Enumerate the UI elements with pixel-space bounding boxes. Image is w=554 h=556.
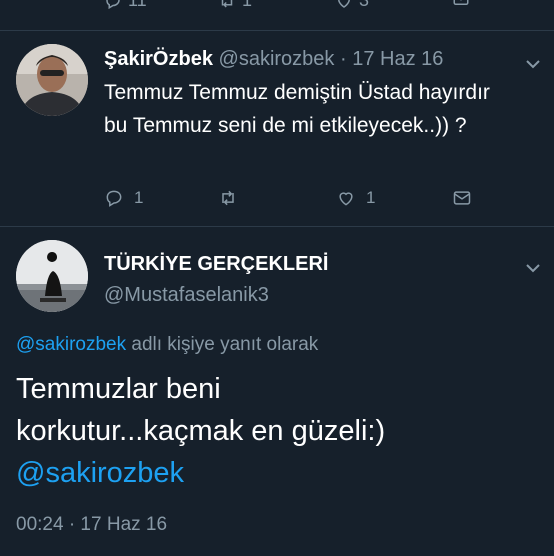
avatar[interactable] [16, 240, 88, 312]
display-name[interactable]: TÜRKİYE GERÇEKLERİ [104, 253, 328, 276]
tweet-text-line: Temmuzlar beni [16, 373, 221, 405]
prev-reply-action[interactable]: 11 [104, 0, 147, 11]
prev-retweet-action[interactable]: 1 [218, 0, 252, 11]
display-name[interactable]: ŞakirÖzbek [104, 48, 213, 70]
reply-action[interactable]: 1 [104, 188, 143, 208]
message-icon [453, 0, 469, 5]
prev-message-action[interactable] [452, 0, 470, 8]
tweet-text: Temmuz Temmuz demiştin Üstad hayırdır bu… [104, 81, 490, 137]
meta-separator: · [339, 48, 347, 70]
chevron-down-icon [526, 264, 540, 273]
reply-context: @sakirozbek adlı kişiye yanıt olarak [16, 334, 318, 356]
reply-header: ŞakirÖzbek @sakirozbek · 17 Haz 16 [104, 48, 443, 71]
retweet-icon [222, 190, 234, 206]
handle[interactable]: @Mustafaselanik3 [104, 284, 269, 307]
tweet-menu-button[interactable] [525, 260, 541, 273]
message-action[interactable] [452, 188, 472, 208]
retweet-action[interactable] [218, 188, 248, 208]
tweet-timestamp[interactable]: 00:24 · 17 Haz 16 [16, 514, 167, 536]
tweet-thread: 11 1 3 ŞakirÖzbek @sakirozbek · 17 Haz 1… [0, 0, 554, 556]
main-tweet: TÜRKİYE GERÇEKLERİ @Mustafaselanik3 @sak… [0, 226, 554, 556]
avatar-photo [16, 44, 88, 116]
reply-tweet[interactable]: ŞakirÖzbek @sakirozbek · 17 Haz 16 Temmu… [0, 30, 554, 226]
tweet-text-line: korkutur...kaçmak en güzeli:) [16, 415, 386, 447]
like-action[interactable]: 1 [336, 188, 375, 208]
reply-context-text: adlı kişiye yanıt olarak [126, 334, 319, 355]
like-count: 1 [366, 188, 376, 207]
previous-tweet-actions: 11 1 3 [0, 0, 554, 10]
tweet-date[interactable]: 17 Haz 16 [352, 48, 443, 70]
tweet-actions: 1 1 [104, 188, 484, 212]
like-icon [338, 0, 350, 8]
prev-reply-count: 11 [128, 0, 147, 10]
avatar-photo [16, 240, 88, 312]
prev-retweet-count: 1 [242, 0, 253, 10]
like-icon [339, 192, 353, 206]
reply-icon [106, 0, 120, 9]
prev-like-action[interactable]: 3 [335, 0, 369, 11]
reply-context-mention[interactable]: @sakirozbek [16, 334, 126, 355]
tweet-menu-button[interactable] [525, 56, 541, 69]
message-icon [453, 191, 471, 205]
chevron-down-icon [526, 60, 540, 69]
prev-like-count: 3 [359, 0, 370, 10]
tweet-mention-link[interactable]: @sakirozbek [16, 452, 536, 494]
tweet-text: Temmuzlar beni korkutur...kaçmak en güze… [16, 368, 536, 494]
reply-count: 1 [134, 188, 144, 207]
avatar[interactable] [16, 44, 88, 116]
retweet-icon [221, 0, 233, 8]
reply-icon [106, 190, 122, 207]
handle[interactable]: @sakirozbek [219, 48, 335, 70]
